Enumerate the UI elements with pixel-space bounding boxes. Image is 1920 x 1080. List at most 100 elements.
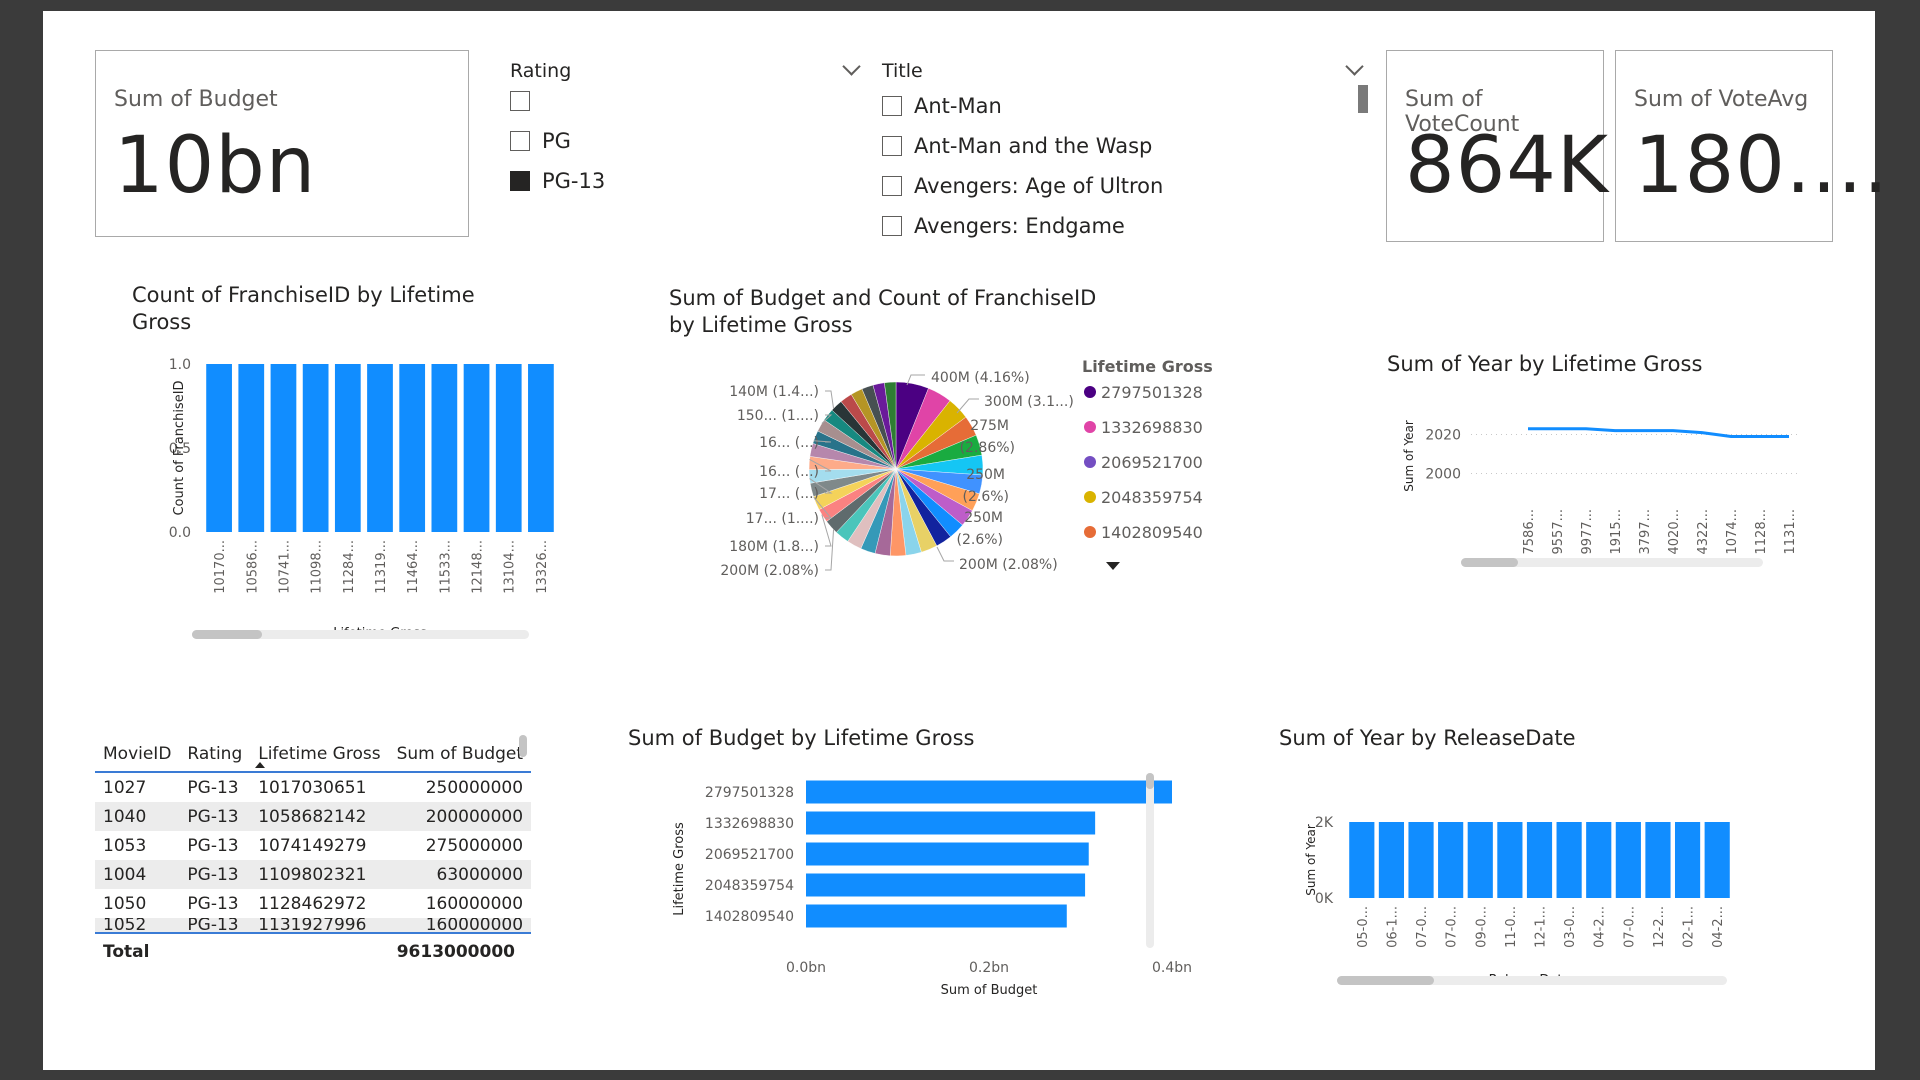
rating-option-pg13[interactable]: PG-13 bbox=[510, 166, 605, 196]
table-cell: 275000000 bbox=[425, 835, 524, 856]
x-tick-label: 02-1... bbox=[1682, 906, 1697, 948]
voteavg-card[interactable]: Sum of VoteAvg 180.... bbox=[1615, 50, 1888, 242]
table-row[interactable]: 1052 PG-13 1131927996 160000000 bbox=[95, 918, 532, 934]
bar bbox=[1497, 822, 1523, 898]
table-cell: 1004 bbox=[95, 860, 180, 889]
title-option-ant-man-wasp[interactable]: Ant-Man and the Wasp bbox=[882, 131, 1152, 161]
slice-leader-line bbox=[825, 529, 835, 571]
legend-marker bbox=[1084, 386, 1096, 398]
sort-ascending-icon[interactable] bbox=[255, 762, 265, 768]
bar bbox=[238, 364, 265, 532]
col-header-lifetime-gross[interactable]: Lifetime Gross bbox=[250, 737, 389, 773]
slice-label: 150... (1....) bbox=[737, 408, 819, 424]
x-tick-label: 0.4bn bbox=[1152, 960, 1192, 976]
line-chart-scrollbar[interactable] bbox=[1461, 558, 1763, 567]
x-tick-label: 3797... bbox=[1638, 509, 1653, 554]
bar bbox=[399, 364, 426, 532]
table-cell: 1131927996 bbox=[250, 918, 389, 934]
table-row[interactable]: 1040 PG-13 1058682142 200000000 bbox=[95, 802, 532, 831]
release-chart-scrollbar[interactable] bbox=[1337, 976, 1727, 985]
table-row[interactable]: 1027 PG-13 1017030651 250000000 bbox=[95, 772, 531, 802]
title-option-age-of-ultron[interactable]: Avengers: Age of Ultron bbox=[882, 171, 1163, 201]
slicer-scrollbar[interactable] bbox=[1358, 85, 1368, 113]
checkbox-checked-icon[interactable] bbox=[510, 171, 530, 191]
legend-marker bbox=[1084, 491, 1096, 503]
hbar-chart-scrollbar[interactable] bbox=[1146, 773, 1154, 948]
y-tick-label: 0.0 bbox=[169, 525, 191, 541]
x-tick-label: 10741... bbox=[277, 540, 292, 594]
x-tick-label: 07-0... bbox=[1415, 906, 1430, 948]
x-tick-label: 1915... bbox=[1609, 509, 1624, 554]
chevron-down-icon[interactable] bbox=[842, 57, 861, 76]
slice-label: 200M (2.08%) bbox=[959, 557, 1058, 573]
y-tick-label: 2020 bbox=[1425, 428, 1461, 444]
table-cell: PG-13 bbox=[179, 918, 251, 934]
title-slicer: Title Ant-Man Ant-Man and the Wasp Aveng… bbox=[880, 51, 1380, 251]
chevron-down-icon[interactable] bbox=[1345, 57, 1364, 76]
table-cell: 160000000 bbox=[425, 893, 524, 914]
table-scrollbar[interactable] bbox=[519, 735, 527, 757]
y-tick-label: 2000 bbox=[1425, 466, 1461, 482]
movie-table: MovieID Rating Lifetime Gross Sum of Bud… bbox=[95, 737, 532, 934]
bar bbox=[1438, 822, 1464, 898]
checkbox-icon[interactable] bbox=[882, 216, 902, 236]
x-tick-label: 1128... bbox=[1754, 509, 1769, 554]
table-row[interactable]: 1053 PG-13 1074149279 275000000 bbox=[95, 831, 531, 860]
bar bbox=[1408, 822, 1434, 898]
checkbox-icon[interactable] bbox=[510, 131, 530, 151]
pie-chart-title: Sum of Budget and Count of FranchiseID b… bbox=[669, 286, 1097, 337]
table-cell: 1128462972 bbox=[258, 893, 367, 914]
table-body: 1027 PG-13 1017030651 250000000 1040 PG-13 105… bbox=[95, 772, 532, 934]
checkbox-icon[interactable] bbox=[882, 96, 902, 116]
table-total-value: 9613000000 bbox=[396, 942, 515, 962]
table-total-label: Total bbox=[103, 942, 150, 962]
slice-label: 275M bbox=[970, 418, 1009, 434]
hbar-chart: 2797501328 1332698830 2069521700 2048359754… bbox=[672, 780, 1192, 998]
title-option-endgame[interactable]: Avengers: Endgame bbox=[882, 211, 1125, 241]
table-cell: 1050 bbox=[103, 893, 147, 914]
table-row[interactable]: 1004 PG-13 1109802321 63000000 bbox=[95, 860, 532, 889]
rating-slicer: Rating PG PG-13 bbox=[508, 51, 868, 201]
x-tick-label: 11464... bbox=[406, 540, 421, 594]
checkbox-icon[interactable] bbox=[510, 91, 530, 111]
slice-label: 250M bbox=[964, 510, 1003, 526]
votecount-card-value: 864K bbox=[1405, 121, 1610, 211]
legend-label: 1402809540 bbox=[1101, 523, 1203, 542]
rating-option-blank[interactable] bbox=[510, 86, 542, 116]
checkbox-icon[interactable] bbox=[882, 176, 902, 196]
bar bbox=[270, 364, 297, 532]
col-header-movieid[interactable]: MovieID bbox=[95, 737, 180, 773]
table-cell: PG-13 bbox=[179, 802, 251, 831]
col-header-sum-of-budget[interactable]: Sum of Budget bbox=[388, 737, 532, 773]
slice-label: 16... (...) bbox=[759, 464, 819, 480]
table-cell: 63000000 bbox=[388, 860, 532, 889]
x-tick-label: 1131... bbox=[1783, 509, 1798, 554]
legend-label: 2069521700 bbox=[1101, 453, 1203, 472]
legend-marker bbox=[1084, 526, 1096, 538]
franchise-chart-scrollbar[interactable] bbox=[192, 630, 529, 639]
budget-card[interactable]: Sum of Budget 10bn bbox=[95, 50, 469, 237]
voteavg-card-label: Sum of VoteAvg bbox=[1634, 87, 1809, 112]
scrollbar-thumb[interactable] bbox=[1146, 773, 1154, 789]
title-option-label: Ant-Man bbox=[914, 94, 1002, 118]
slice-label: 400M (4.16%) bbox=[931, 370, 1030, 386]
checkbox-icon[interactable] bbox=[882, 136, 902, 156]
line-chart-title: Sum of Year by Lifetime Gross bbox=[1387, 352, 1703, 376]
release-chart: 0K2KSum of Year05-0... 06-1... 07-0... 07-0… bbox=[1304, 815, 1730, 988]
table-row[interactable]: 1050 PG-13 1128462972 160000000 bbox=[95, 889, 531, 918]
table-cell: 250000000 bbox=[425, 777, 524, 798]
y-tick-label: 2797501328 bbox=[705, 785, 794, 801]
scrollbar-thumb[interactable] bbox=[1461, 558, 1518, 567]
bar bbox=[1378, 822, 1405, 898]
scrollbar-thumb[interactable] bbox=[1337, 976, 1434, 985]
pie-legend-scroll-down-icon[interactable] bbox=[1106, 562, 1120, 570]
slice-label: 16... (...) bbox=[759, 435, 819, 451]
title-option-label: Avengers: Age of Ultron bbox=[914, 174, 1164, 198]
x-tick-label: 09-0... bbox=[1474, 906, 1489, 948]
title-option-ant-man[interactable]: Ant-Man bbox=[882, 91, 1002, 121]
rating-option-pg[interactable]: PG bbox=[510, 126, 571, 156]
votecount-card[interactable]: Sum of VoteCount 864K bbox=[1386, 50, 1608, 242]
y-tick-label: 2069521700 bbox=[705, 847, 794, 863]
col-header-rating[interactable]: Rating bbox=[179, 737, 251, 773]
scrollbar-thumb[interactable] bbox=[192, 630, 262, 639]
